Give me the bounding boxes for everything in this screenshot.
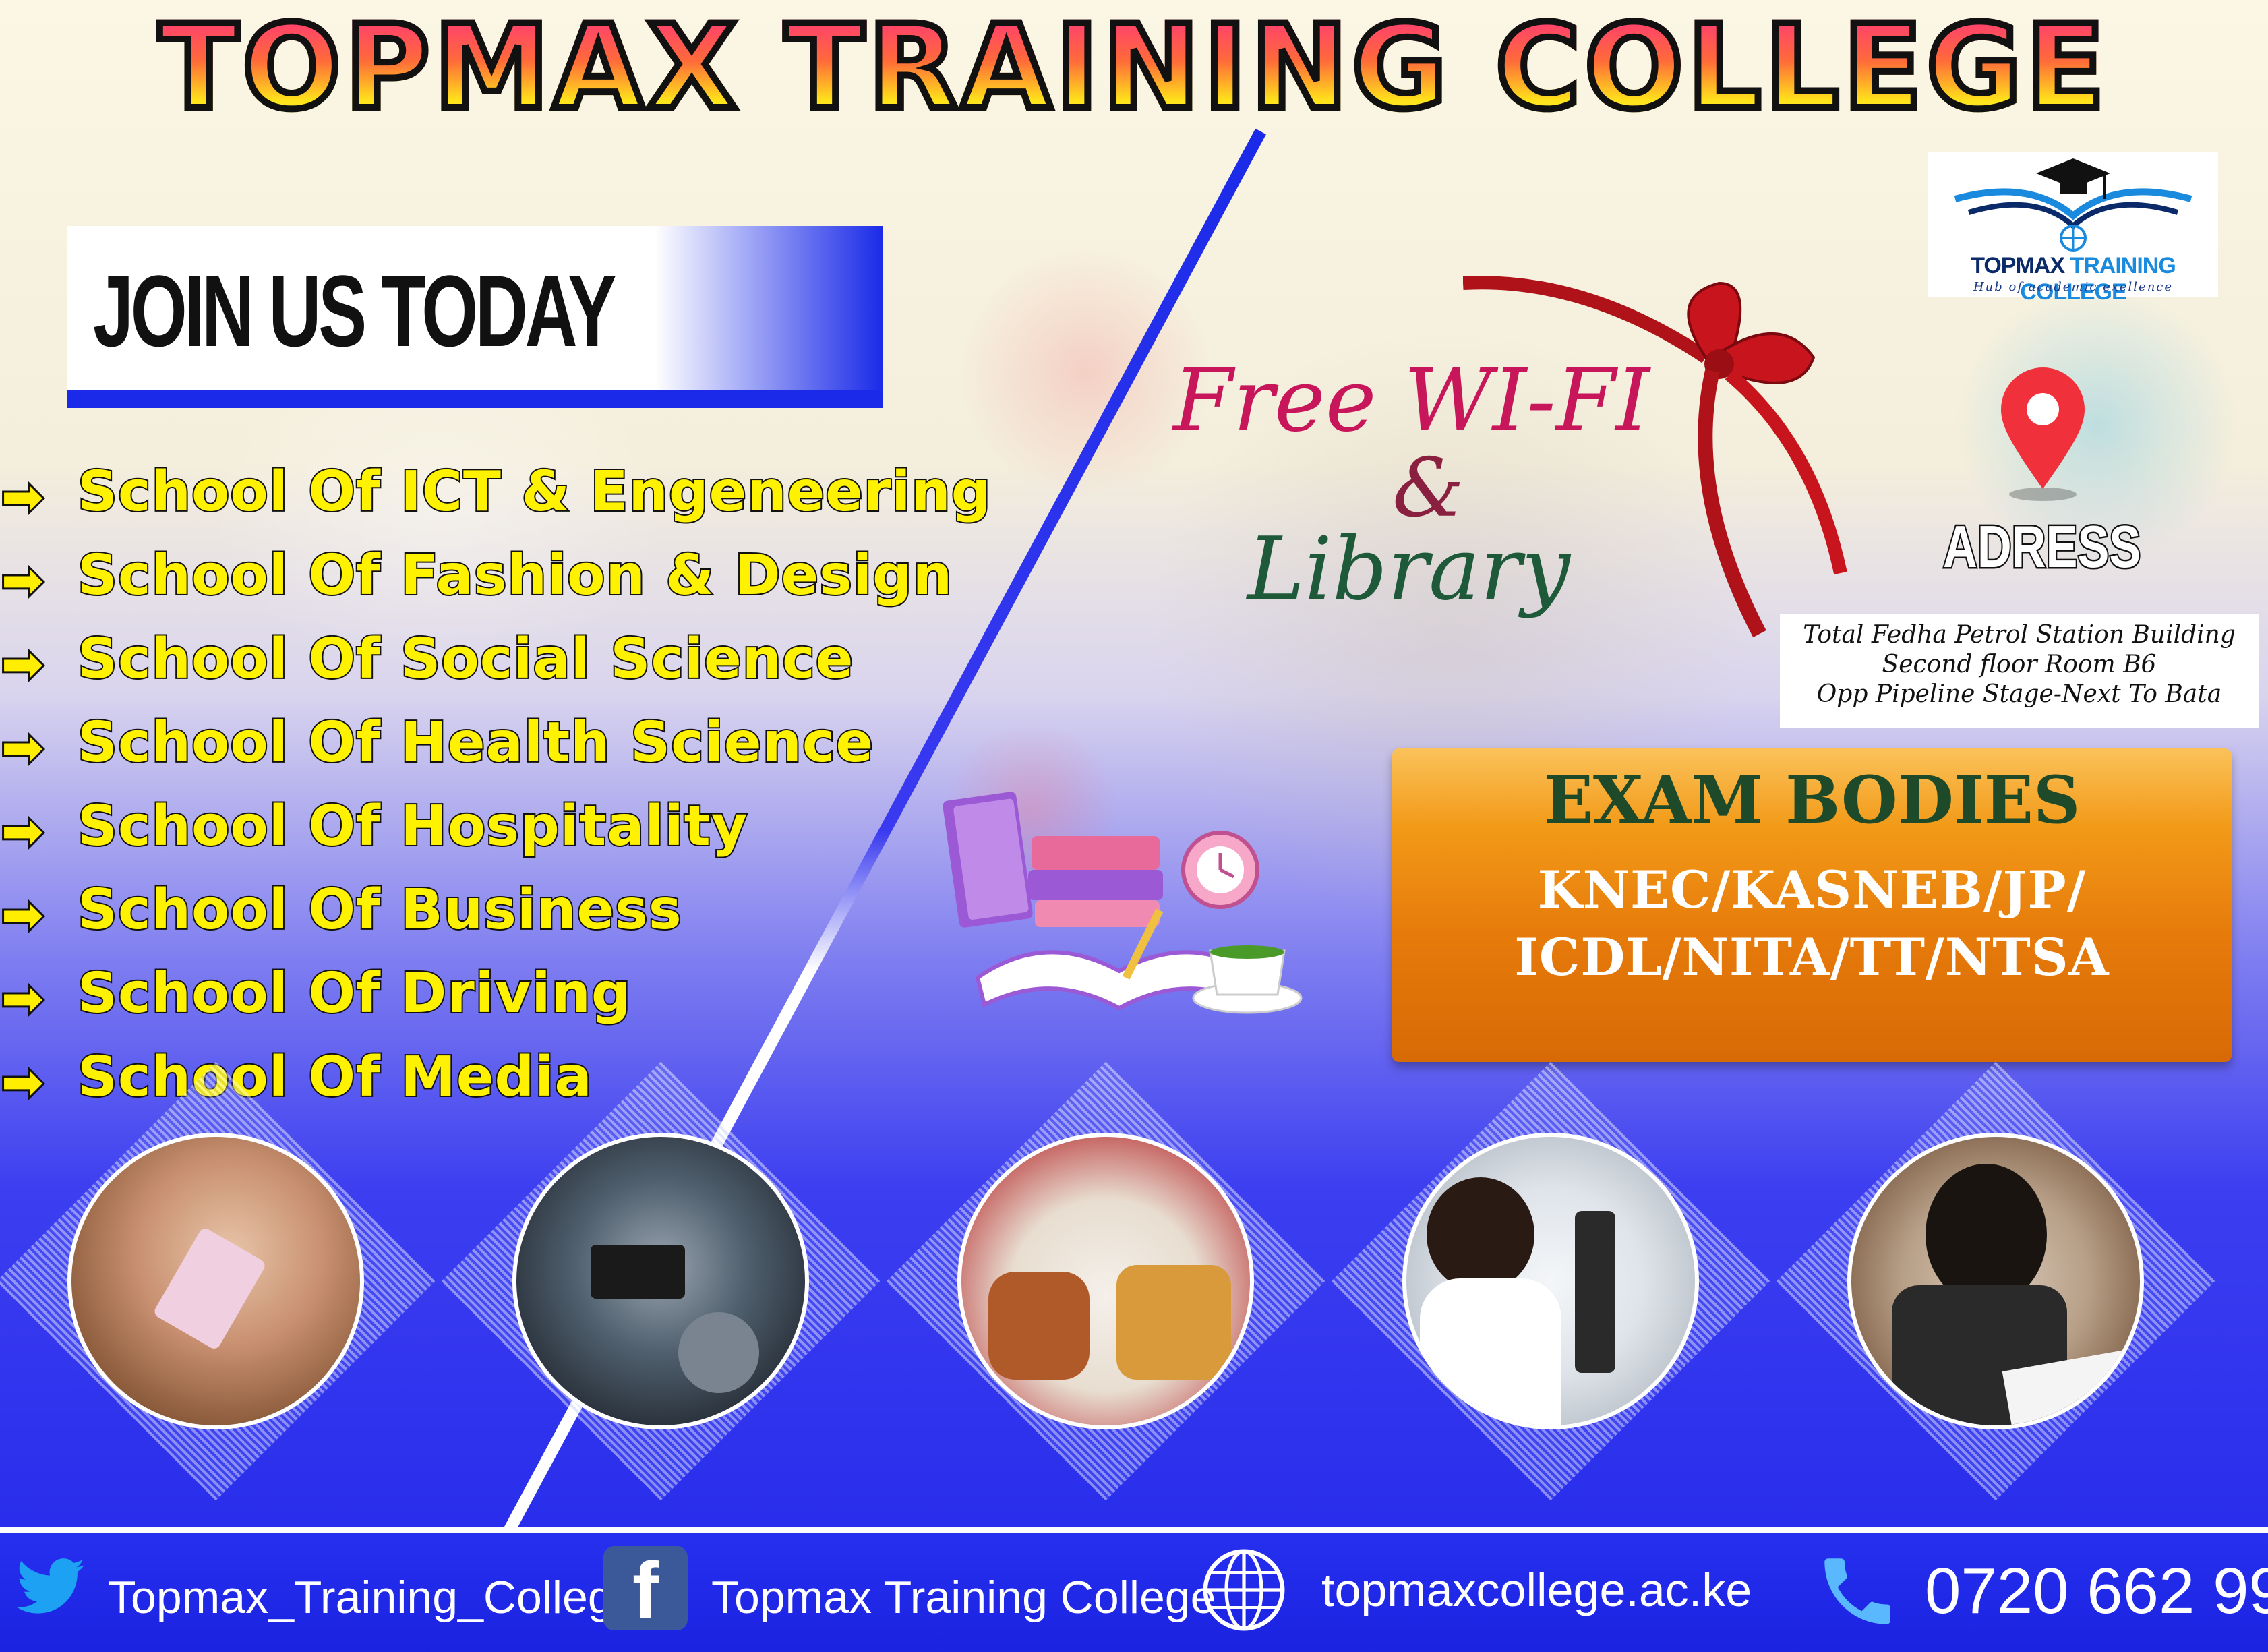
photo-circle (1402, 1133, 1699, 1429)
logo-name-part1: TOPMAX (1971, 253, 2070, 278)
twitter-handle[interactable]: Topmax_Training_College (108, 1571, 638, 1624)
globe-icon[interactable] (1200, 1546, 1288, 1634)
school-name: School Of Fashion & Design (76, 542, 953, 609)
amenity-wifi: Free WI-FI (1173, 351, 1650, 451)
arrow-right-icon: ➡ (0, 715, 47, 780)
phone-icon[interactable] (1814, 1547, 1901, 1635)
arrow-right-icon: ➡ (0, 632, 47, 697)
school-name: School Of Hospitality (76, 793, 748, 860)
join-banner: JOIN US TODAY (67, 226, 883, 408)
graduation-cap-book-icon (1954, 158, 2192, 252)
photo-circle (512, 1133, 809, 1429)
location-pin-icon (2001, 367, 2085, 501)
lab-microscope-photo (1331, 1061, 1770, 1501)
exam-bodies-title: EXAM BODIES (1543, 762, 2081, 838)
address-line: Total Fedha Petrol Station Building (1803, 621, 2236, 649)
amenity-library: Library (1247, 519, 1570, 620)
arrow-right-icon: ➡ (0, 966, 47, 1031)
henna-hand-photo (0, 1061, 436, 1501)
school-name: School Of Business (76, 877, 683, 943)
college-logo: TOPMAX TRAINING COLLEGE Hub of academic … (1928, 152, 2218, 305)
school-name: School Of Health Science (76, 709, 874, 776)
twitter-icon[interactable] (10, 1551, 91, 1625)
school-name: School Of Social Science (76, 626, 854, 692)
address-box: Total Fedha Petrol Station Building Seco… (1780, 614, 2259, 728)
exam-bodies-line: ICDL/NITA/TT/NTSA (1514, 927, 2110, 987)
address-line: Second floor Room B6 (1882, 651, 2157, 678)
engine-photo (441, 1061, 881, 1501)
phone-number[interactable]: 0720 662 991 (1925, 1554, 2268, 1628)
address-line: Opp Pipeline Stage-Next To Bata (1816, 680, 2222, 708)
logo-name: TOPMAX TRAINING COLLEGE (1928, 253, 2218, 305)
exam-bodies-line: KNEC/KASNEB/JP/ (1537, 860, 2087, 920)
join-label: JOIN US TODAY (93, 254, 616, 367)
arrow-right-icon: ➡ (0, 799, 47, 864)
arrow-right-icon: ➡ (0, 548, 47, 613)
school-name: School Of Driving (76, 960, 632, 1027)
books-coffee-illustration (943, 792, 1303, 1014)
photo-circle (67, 1133, 364, 1429)
page-title: TOPMAX TRAINING COLLEGE (0, 0, 2268, 138)
address-label: ADRESS (1942, 512, 2142, 582)
facebook-icon[interactable]: f (603, 1546, 688, 1635)
exam-bodies-panel: EXAM BODIES KNEC/KASNEB/JP/ ICDL/NITA/TT… (1392, 748, 2232, 1062)
website-link[interactable]: topmaxcollege.ac.ke (1321, 1563, 1752, 1617)
food-platter-photo (886, 1061, 1325, 1501)
photo-circle (957, 1133, 1254, 1429)
arrow-right-icon: ➡ (0, 465, 47, 529)
arrow-right-icon: ➡ (0, 883, 47, 947)
logo-tagline: Hub of academic exellence (1973, 280, 2174, 294)
student-writing-photo (1776, 1061, 2215, 1501)
photo-circle (1847, 1133, 2144, 1429)
poster: TOPMAX TRAINING COLLEGE TOPMAX TRAINING … (0, 0, 2268, 1652)
school-name: School Of ICT & Engeneering (76, 459, 992, 525)
facebook-page[interactable]: Topmax Training College (711, 1571, 1216, 1624)
